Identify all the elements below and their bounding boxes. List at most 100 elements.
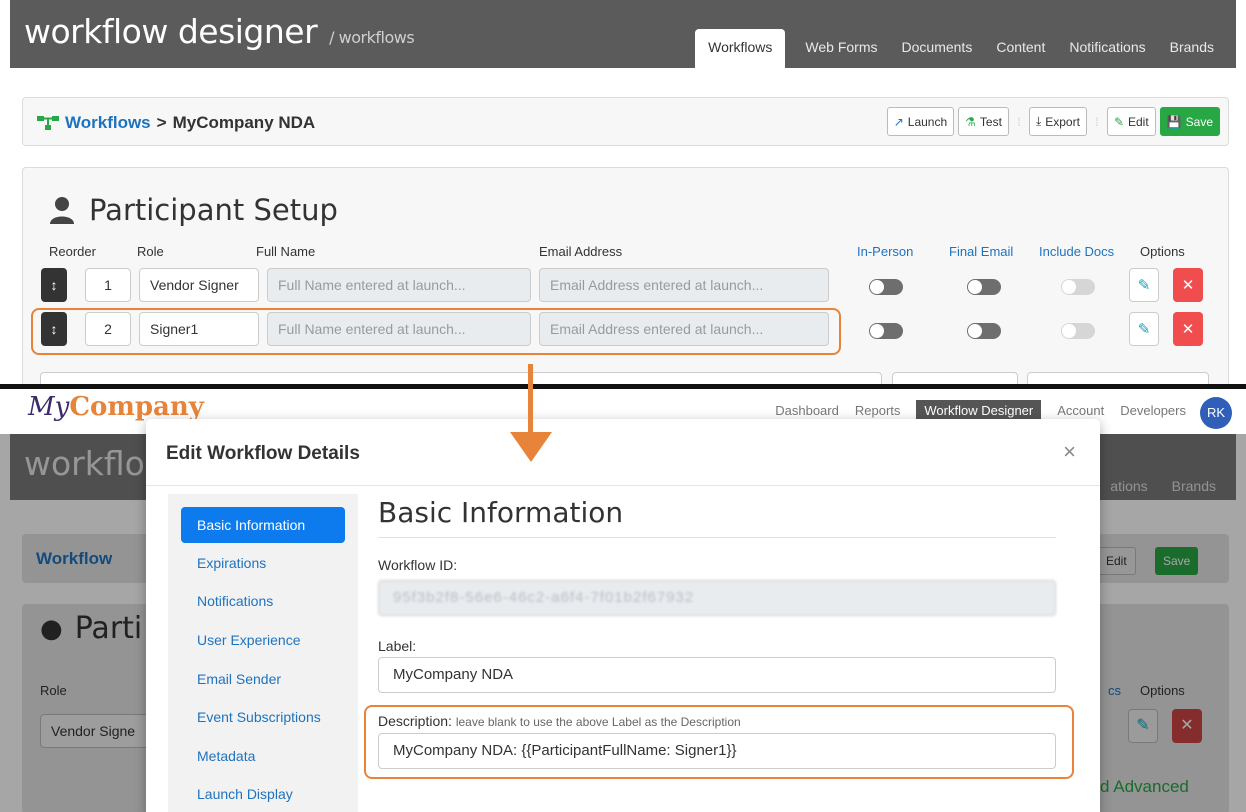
tab-workflows[interactable]: Workflows (695, 29, 786, 68)
logo-company: Company (69, 392, 204, 422)
nav-developers[interactable]: Developers (1120, 403, 1186, 421)
download-icon: ⤓ (1035, 114, 1042, 128)
app-title: workflow designer / workflows (24, 12, 415, 51)
modal-side-nav: Basic Information Expirations Notificati… (168, 494, 358, 812)
breadcrumb-bar: Workflows > MyCompany NDA ↗ Launch ⚗ Tes… (22, 97, 1229, 146)
pencil-icon: ✎ (1137, 277, 1151, 294)
breadcrumb: Workflows > MyCompany NDA (37, 113, 315, 133)
tab-documents[interactable]: Documents (890, 29, 985, 68)
export-label: Export (1045, 114, 1080, 129)
menu-user-experience[interactable]: User Experience (181, 622, 345, 658)
logo-my: My (28, 392, 70, 422)
user-icon (50, 197, 74, 224)
modal-title: Edit Workflow Details (166, 443, 360, 464)
col-options: Options (1140, 244, 1185, 259)
callout-arrow-shaft (528, 364, 533, 436)
floppy-icon: 💾 (1166, 114, 1182, 129)
screenshot-root: workflow designer / workflows Workflows … (0, 0, 1246, 812)
breadcrumb-separator: > (156, 113, 167, 132)
in-person-toggle[interactable] (869, 279, 903, 295)
tab-brands[interactable]: Brands (1158, 29, 1226, 68)
final-email-toggle[interactable] (967, 323, 1001, 339)
grip-icon: ⁞ (1095, 114, 1099, 129)
menu-event-subscriptions[interactable]: Event Subscriptions (181, 699, 345, 735)
label-label: Label: (378, 638, 417, 654)
col-in-person[interactable]: In-Person (857, 244, 913, 259)
edit-workflow-modal: Edit Workflow Details × Basic Informatio… (146, 419, 1100, 812)
pencil-icon: ✎ (1113, 114, 1124, 129)
menu-basic-information[interactable]: Basic Information (181, 507, 345, 543)
breadcrumb-workflows-link[interactable]: Workflows (65, 113, 151, 133)
col-full-name: Full Name (256, 244, 316, 259)
nav-workflow-designer[interactable]: Workflow Designer (916, 400, 1042, 421)
col-reorder: Reorder (49, 244, 96, 259)
callout-arrow-head (510, 432, 552, 462)
in-person-toggle[interactable] (869, 323, 903, 339)
flask-icon: ⚗ (965, 114, 976, 129)
tab-content[interactable]: Content (984, 29, 1057, 68)
breadcrumb-current: MyCompany NDA (172, 113, 316, 132)
delete-participant-button[interactable]: ✕ (1173, 268, 1203, 302)
edit-button[interactable]: ✎ Edit (1106, 107, 1156, 136)
close-icon: ✕ (1181, 321, 1195, 338)
participant-card: Participant Setup Reorder Role Full Name… (22, 167, 1229, 386)
edit-participant-button[interactable]: ✎ (1129, 312, 1159, 346)
col-include-docs[interactable]: Include Docs (1039, 244, 1114, 259)
company-logo[interactable]: MyCompany (28, 392, 204, 422)
menu-expirations[interactable]: Expirations (181, 545, 345, 581)
test-label: Test (979, 114, 1002, 129)
menu-email-sender[interactable]: Email Sender (181, 661, 345, 697)
row-highlight-box (31, 308, 841, 355)
col-role: Role (137, 244, 164, 259)
top-panel: workflow designer / workflows Workflows … (0, 0, 1246, 386)
app-title-text: workflow designer (24, 12, 318, 51)
avatar[interactable]: RK (1200, 397, 1232, 429)
workflow-id-label: Workflow ID: (378, 557, 458, 573)
nav-tabs: Workflows Web Forms Documents Content No… (695, 29, 1226, 68)
launch-label: Launch (907, 114, 948, 129)
tab-notifications[interactable]: Notifications (1057, 29, 1157, 68)
test-button[interactable]: ⚗ Test (958, 107, 1009, 136)
toolbar: ↗ Launch ⚗ Test ⁞ ⤓ Export ⁞ ✎ Edit 💾 Sa… (886, 107, 1220, 136)
export-button[interactable]: ⤓ Export (1028, 107, 1087, 136)
col-final-email[interactable]: Final Email (949, 244, 1013, 259)
pencil-icon: ✎ (1137, 321, 1151, 338)
app-header: workflow designer / workflows Workflows … (10, 0, 1236, 68)
email-field[interactable]: Email Address entered at launch... (539, 268, 829, 302)
app-subtitle: / workflows (329, 28, 415, 47)
participant-row: ↕ 1 Vendor Signer Full Name entered at l… (35, 268, 1215, 308)
save-button[interactable]: 💾 Save (1159, 107, 1220, 136)
save-label: Save (1185, 114, 1213, 129)
full-name-field[interactable]: Full Name entered at launch... (267, 268, 531, 302)
role-field[interactable]: Vendor Signer (139, 268, 259, 302)
workflow-id-field: 95f3b2f8-56e6-46c2-a6f4-7f01b2f67932 (378, 580, 1056, 616)
section-title: Basic Information (378, 496, 624, 529)
reorder-handle-icon[interactable]: ↕ (41, 268, 67, 302)
order-field[interactable]: 1 (85, 268, 131, 302)
edit-participant-button[interactable]: ✎ (1129, 268, 1159, 302)
participant-title: Participant Setup (49, 193, 338, 227)
final-email-toggle[interactable] (967, 279, 1001, 295)
panel-divider (0, 384, 1246, 389)
tab-web-forms[interactable]: Web Forms (793, 29, 889, 68)
menu-metadata[interactable]: Metadata (181, 738, 345, 774)
close-icon: ✕ (1181, 277, 1195, 294)
modal-header: Edit Workflow Details × (146, 419, 1100, 486)
workflow-icon (37, 116, 59, 130)
include-docs-toggle[interactable] (1061, 279, 1095, 295)
participant-title-text: Participant Setup (89, 193, 338, 227)
external-link-icon: ↗ (893, 114, 904, 129)
grip-icon: ⁞ (1017, 114, 1021, 129)
menu-notifications[interactable]: Notifications (181, 583, 345, 619)
close-icon[interactable]: × (1063, 439, 1076, 465)
bottom-panel: MyCompany Dashboard Reports Workflow Des… (0, 389, 1246, 812)
menu-launch-display[interactable]: Launch Display (181, 776, 345, 812)
delete-participant-button[interactable]: ✕ (1173, 312, 1203, 346)
include-docs-toggle[interactable] (1061, 323, 1095, 339)
section-divider (378, 537, 1056, 538)
edit-label: Edit (1128, 114, 1149, 129)
description-highlight-box (364, 705, 1074, 779)
label-field[interactable]: MyCompany NDA (378, 657, 1056, 693)
col-email: Email Address (539, 244, 623, 259)
launch-button[interactable]: ↗ Launch (886, 107, 955, 136)
